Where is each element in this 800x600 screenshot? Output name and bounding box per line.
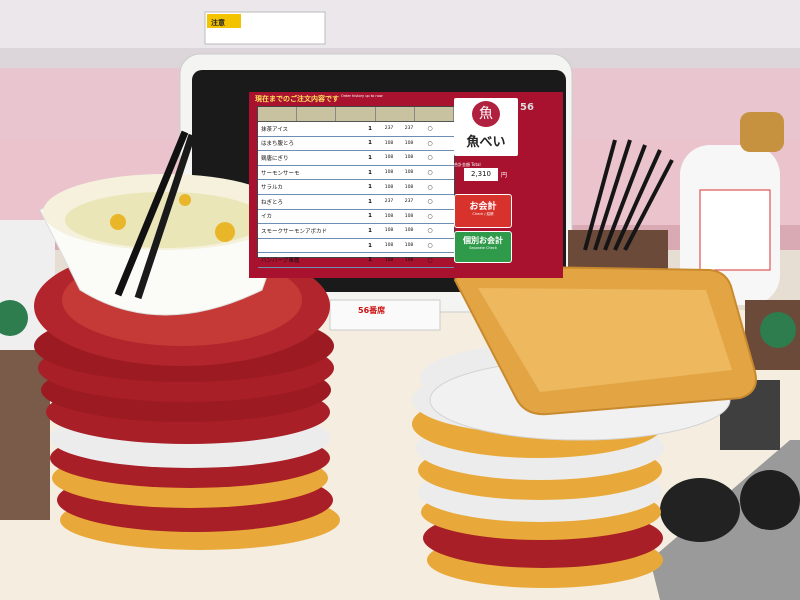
order-price: 108 <box>384 213 394 219</box>
order-status: ○ <box>427 227 433 235</box>
order-qty: 1 <box>368 184 372 191</box>
order-status: ○ <box>427 242 433 250</box>
caution-sign: 注意 <box>211 19 225 27</box>
order-price: 108 <box>384 228 394 234</box>
order-total: 108 <box>404 140 414 146</box>
order-price: 108 <box>384 243 394 249</box>
order-status: ○ <box>427 183 433 191</box>
order-history-title: 現在までのご注文内容です <box>255 95 339 103</box>
order-price: 108 <box>384 140 394 146</box>
order-price: 237 <box>384 199 394 205</box>
order-name: ねぎとろ <box>261 199 284 206</box>
table-row[interactable]: イカ 1 108 108 ○ <box>258 210 454 225</box>
order-price: 237 <box>384 126 394 132</box>
order-status: ○ <box>427 125 433 133</box>
order-total: 237 <box>404 199 414 205</box>
order-price: 108 <box>384 257 394 263</box>
order-qty: 1 <box>368 242 372 249</box>
order-qty: 1 <box>368 169 372 176</box>
separate-check-button[interactable]: 個別お会計 Separate Check <box>454 231 512 263</box>
order-name: はまち腹とろ <box>261 141 295 148</box>
table-row[interactable]: 鶏唐にぎり 1 108 108 ○ <box>258 151 454 166</box>
order-status: ○ <box>427 169 433 177</box>
table-row[interactable]: ねぎとろ 1 237 237 ○ <box>258 195 454 210</box>
order-total: 108 <box>404 257 414 263</box>
order-price: 108 <box>384 184 394 190</box>
table-row[interactable]: 抹茶アイス 1 237 237 ○ <box>258 122 454 137</box>
order-status: ○ <box>427 198 433 206</box>
table-row[interactable]: サラルカ 1 108 108 ○ <box>258 180 454 195</box>
order-total: 108 <box>404 213 414 219</box>
table-row[interactable]: サーモンサーモ 1 108 108 ○ <box>258 166 454 181</box>
pay-button-label: お会計 <box>469 202 497 212</box>
order-name: イカ <box>261 214 273 221</box>
order-price: 108 <box>384 170 394 176</box>
order-status: ○ <box>427 139 433 147</box>
table-row[interactable]: 1 108 108 ○ <box>258 239 454 254</box>
brand-name: 魚べい <box>466 135 506 150</box>
total-amount: 2,310 <box>464 168 498 181</box>
total-unit: 円 <box>501 172 508 179</box>
order-history-subtitle: Order history up to now <box>341 94 383 98</box>
order-total: 108 <box>404 184 414 190</box>
order-price: 108 <box>384 155 394 161</box>
order-qty: 1 <box>368 140 372 147</box>
tablet-sidebar: 魚 魚べい 56 合計金額 Total 2,310 円 お会計 Check / … <box>454 98 534 273</box>
stand-seat-label: 56番席 <box>358 306 386 315</box>
brand-logo: 魚 魚べい <box>454 98 518 156</box>
order-total: 237 <box>404 126 414 132</box>
order-name: 鶏唐にぎり <box>261 155 289 162</box>
order-status: ○ <box>427 256 433 264</box>
seat-number: 56 <box>520 102 534 113</box>
order-name: ハンバーグ軍艦 <box>261 258 300 265</box>
order-qty: 1 <box>368 154 372 161</box>
order-name: サーモンサーモ <box>261 170 300 177</box>
pay-button-sublabel: Check / 結帳 <box>472 212 494 216</box>
order-total: 108 <box>404 155 414 161</box>
table-row[interactable]: はまち腹とろ 1 108 108 ○ <box>258 137 454 152</box>
order-name: 抹茶アイス <box>261 126 289 133</box>
order-qty: 1 <box>368 227 372 234</box>
order-table: 抹茶アイス 1 237 237 ○ はまち腹とろ 1 108 108 ○ 鶏唐に… <box>257 106 455 268</box>
order-total: 108 <box>404 243 414 249</box>
table-row[interactable]: ハンバーグ軍艦 1 108 108 ○ <box>258 253 454 268</box>
order-qty: 1 <box>368 213 372 220</box>
order-total: 108 <box>404 228 414 234</box>
order-table-header <box>258 107 455 122</box>
pay-button[interactable]: お会計 Check / 結帳 <box>454 194 512 228</box>
photo-scene: 現在までのご注文内容です Order history up to now 抹茶ア… <box>0 0 800 600</box>
flower-logo-icon: 魚 <box>472 101 500 127</box>
tablet-screen: 現在までのご注文内容です Order history up to now 抹茶ア… <box>249 92 563 278</box>
order-status: ○ <box>427 154 433 162</box>
order-name: サラルカ <box>261 185 283 192</box>
order-qty: 1 <box>368 257 372 264</box>
separate-check-label: 個別お会計 <box>463 236 503 245</box>
order-name: スモークサーモンアボカド <box>261 228 328 235</box>
order-qty: 1 <box>368 125 372 132</box>
order-status: ○ <box>427 212 433 220</box>
order-total: 108 <box>404 170 414 176</box>
scene-drawing <box>0 0 800 600</box>
separate-check-sublabel: Separate Check <box>469 246 497 250</box>
order-qty: 1 <box>368 198 372 205</box>
table-row[interactable]: スモークサーモンアボカド 1 108 108 ○ <box>258 224 454 239</box>
